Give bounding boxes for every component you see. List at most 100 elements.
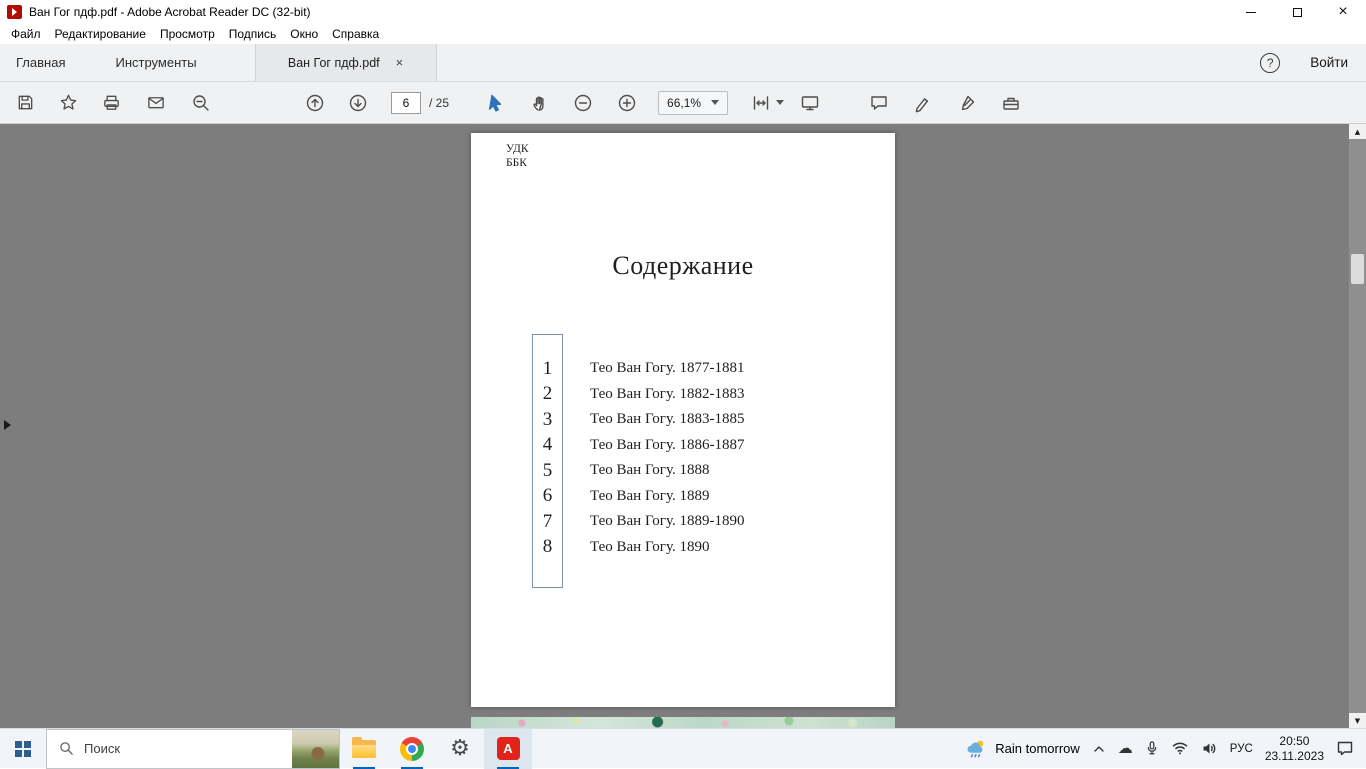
menu-file[interactable]: Файл bbox=[10, 26, 42, 42]
highlight-button[interactable] bbox=[908, 88, 938, 118]
comment-bubble-icon bbox=[871, 95, 887, 110]
tab-document-label: Ван Гог пдф.pdf bbox=[287, 55, 380, 70]
taskbar-chrome[interactable] bbox=[388, 729, 436, 769]
save-button[interactable] bbox=[10, 88, 40, 118]
fullscreen-button[interactable] bbox=[795, 88, 825, 118]
maximize-button[interactable] bbox=[1274, 0, 1320, 24]
toc-row: 3 Тео Ван Гогу. 1883-1885 bbox=[532, 407, 745, 433]
page-up-icon bbox=[306, 94, 324, 111]
hand-tool-button[interactable] bbox=[525, 88, 555, 118]
scroll-up-button[interactable]: ▲ bbox=[1349, 124, 1366, 139]
print-button[interactable] bbox=[96, 88, 126, 118]
weather-widget[interactable]: Rain tomorrow bbox=[966, 738, 1080, 759]
presentation-screen-icon bbox=[801, 95, 819, 110]
save-icon bbox=[18, 95, 32, 110]
folder-icon bbox=[352, 736, 376, 758]
rain-cloud-icon bbox=[967, 740, 984, 758]
more-tools-button[interactable] bbox=[996, 88, 1026, 118]
comment-button[interactable] bbox=[864, 88, 894, 118]
marquee-zoom-button[interactable] bbox=[186, 88, 216, 118]
bbk-line: ББК bbox=[506, 157, 527, 169]
taskbar-file-explorer[interactable] bbox=[340, 729, 388, 769]
magnifier-minus-icon bbox=[193, 94, 209, 111]
toc-number: 7 bbox=[542, 510, 553, 532]
toc-row: 6 Тео Ван Гогу. 1889 bbox=[532, 484, 744, 510]
navigation-pane-toggle[interactable] bbox=[4, 420, 11, 430]
toc-label: Тео Ван Гогу. 1890 bbox=[590, 538, 710, 555]
toc-number: 1 bbox=[542, 357, 553, 379]
tab-document[interactable]: Ван Гог пдф.pdf × bbox=[254, 44, 437, 81]
wifi-icon[interactable] bbox=[1171, 741, 1189, 756]
scrollbar-thumb[interactable] bbox=[1351, 254, 1364, 284]
onedrive-cloud-icon[interactable]: ☁ bbox=[1118, 741, 1133, 756]
window-controls: × bbox=[1228, 0, 1366, 24]
help-icon[interactable]: ? bbox=[1260, 52, 1281, 73]
minimize-button[interactable] bbox=[1228, 0, 1274, 24]
hand-icon bbox=[533, 95, 544, 111]
tab-close-icon[interactable]: × bbox=[396, 55, 404, 70]
printer-icon bbox=[103, 95, 119, 110]
start-button[interactable] bbox=[0, 729, 46, 769]
taskbar-settings[interactable]: ⚙ bbox=[436, 729, 484, 769]
toc-row: 2 Тео Ван Гогу. 1882-1883 bbox=[532, 382, 745, 408]
toc-number: 3 bbox=[542, 408, 553, 430]
scroll-down-button[interactable]: ▼ bbox=[1349, 713, 1366, 728]
chevron-down-icon bbox=[776, 100, 785, 105]
close-button[interactable]: × bbox=[1320, 0, 1366, 24]
star-icon bbox=[60, 94, 76, 110]
minimize-icon bbox=[1246, 11, 1256, 13]
search-input[interactable] bbox=[84, 741, 249, 756]
taskbar-clock[interactable]: 20:50 23.11.2023 bbox=[1265, 734, 1324, 764]
toolbar: / 25 66,1% bbox=[0, 82, 1366, 124]
toc-number: 2 bbox=[542, 383, 553, 405]
zoom-out-button[interactable] bbox=[568, 88, 598, 118]
email-button[interactable] bbox=[141, 88, 171, 118]
microphone-icon[interactable] bbox=[1145, 740, 1159, 757]
toc-list: 1 Тео Ван Гогу. 1877-1881 2 Тео Ван Гогу. … bbox=[532, 356, 745, 560]
document-area: УДК ББК Содержание 1 Тео Ван Гогу. 1877-1… bbox=[0, 124, 1366, 728]
toc-label: Тео Ван Гогу. 1882-1883 bbox=[590, 385, 745, 402]
menu-edit[interactable]: Редактирование bbox=[54, 26, 147, 42]
more-tools-icon bbox=[1003, 97, 1019, 110]
zoom-in-button[interactable] bbox=[612, 88, 642, 118]
fountain-pen-icon bbox=[961, 95, 975, 110]
menu-view[interactable]: Просмотр bbox=[159, 26, 216, 42]
toc-label: Тео Ван Гогу. 1889 bbox=[590, 487, 710, 504]
fit-width-icon bbox=[753, 95, 769, 110]
menu-sign[interactable]: Подпись bbox=[228, 26, 278, 42]
tab-tools[interactable]: Инструменты bbox=[99, 44, 212, 81]
page-title: Содержание bbox=[612, 251, 754, 280]
toc-row: 5 Тео Ван Гогу. 1888 bbox=[532, 458, 744, 484]
action-center-icon[interactable] bbox=[1336, 740, 1354, 757]
vertical-scrollbar[interactable]: ▲ ▼ bbox=[1349, 124, 1366, 728]
windows-logo-icon bbox=[15, 740, 31, 757]
fill-sign-button[interactable] bbox=[952, 88, 982, 118]
tab-home[interactable]: Главная bbox=[0, 44, 81, 81]
taskbar-search[interactable] bbox=[46, 728, 340, 769]
menu-window[interactable]: Окно bbox=[289, 26, 319, 42]
page-number-input[interactable] bbox=[391, 91, 421, 114]
next-page-button[interactable] bbox=[343, 88, 373, 118]
menu-bar: Файл Редактирование Просмотр Подпись Окн… bbox=[0, 24, 1366, 44]
previous-page-button[interactable] bbox=[300, 88, 330, 118]
sign-in-button[interactable]: Войти bbox=[1310, 55, 1348, 70]
close-icon: × bbox=[1338, 3, 1348, 20]
taskbar-acrobat[interactable]: A bbox=[484, 728, 532, 769]
menu-help[interactable]: Справка bbox=[331, 26, 380, 42]
envelope-icon bbox=[148, 97, 164, 109]
toc-number: 8 bbox=[542, 536, 553, 558]
zoom-level-dropdown[interactable]: 66,1% bbox=[658, 90, 729, 115]
select-tool-button[interactable] bbox=[480, 88, 510, 118]
favorites-button[interactable] bbox=[53, 88, 83, 118]
language-indicator[interactable]: РУС bbox=[1230, 743, 1253, 755]
search-daily-image[interactable] bbox=[292, 729, 339, 768]
zoom-level-value: 66,1% bbox=[667, 95, 702, 110]
scroll-down-icon: ▼ bbox=[1354, 716, 1361, 725]
volume-icon[interactable] bbox=[1201, 741, 1218, 756]
plus-circle-icon bbox=[618, 94, 636, 111]
page-fit-dropdown[interactable] bbox=[751, 93, 785, 113]
udk-bbk-block: УДК ББК bbox=[506, 142, 529, 170]
hidden-icons-chevron-icon[interactable] bbox=[1092, 743, 1106, 755]
pointer-icon bbox=[488, 94, 502, 112]
marker-pen-icon bbox=[915, 97, 929, 112]
